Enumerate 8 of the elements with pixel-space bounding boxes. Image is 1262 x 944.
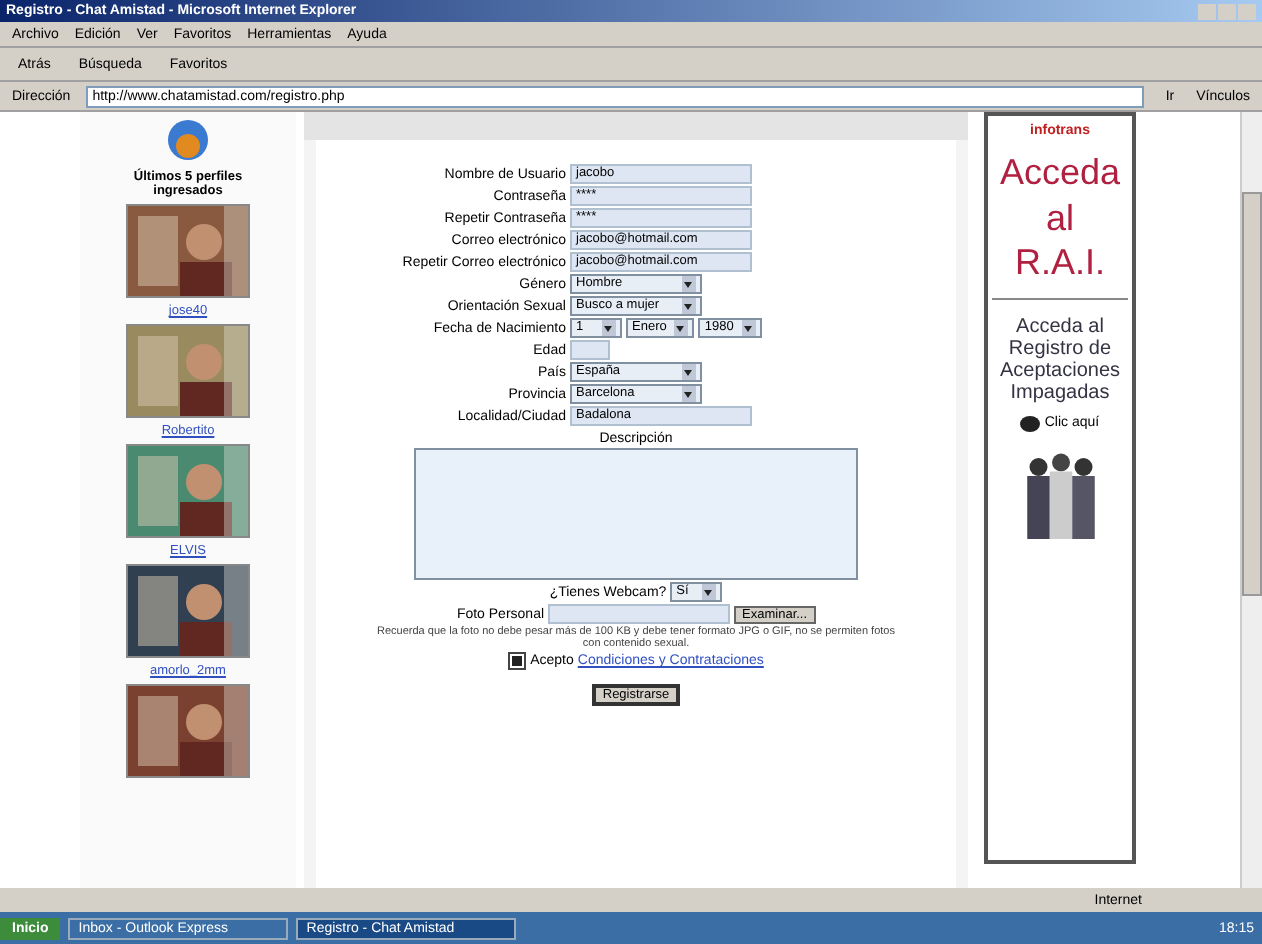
scrollbar[interactable] bbox=[1240, 112, 1262, 888]
description-textarea[interactable] bbox=[414, 448, 858, 580]
input-field[interactable] bbox=[570, 340, 610, 360]
mouse-icon bbox=[1020, 415, 1041, 431]
ad-text: Acceda al Registro de Aceptaciones Impagadas bbox=[992, 297, 1128, 403]
accept-checkbox[interactable] bbox=[508, 652, 527, 670]
ad-headline: Acceda al R.A.I. bbox=[1000, 150, 1120, 285]
file-field[interactable] bbox=[548, 604, 731, 624]
